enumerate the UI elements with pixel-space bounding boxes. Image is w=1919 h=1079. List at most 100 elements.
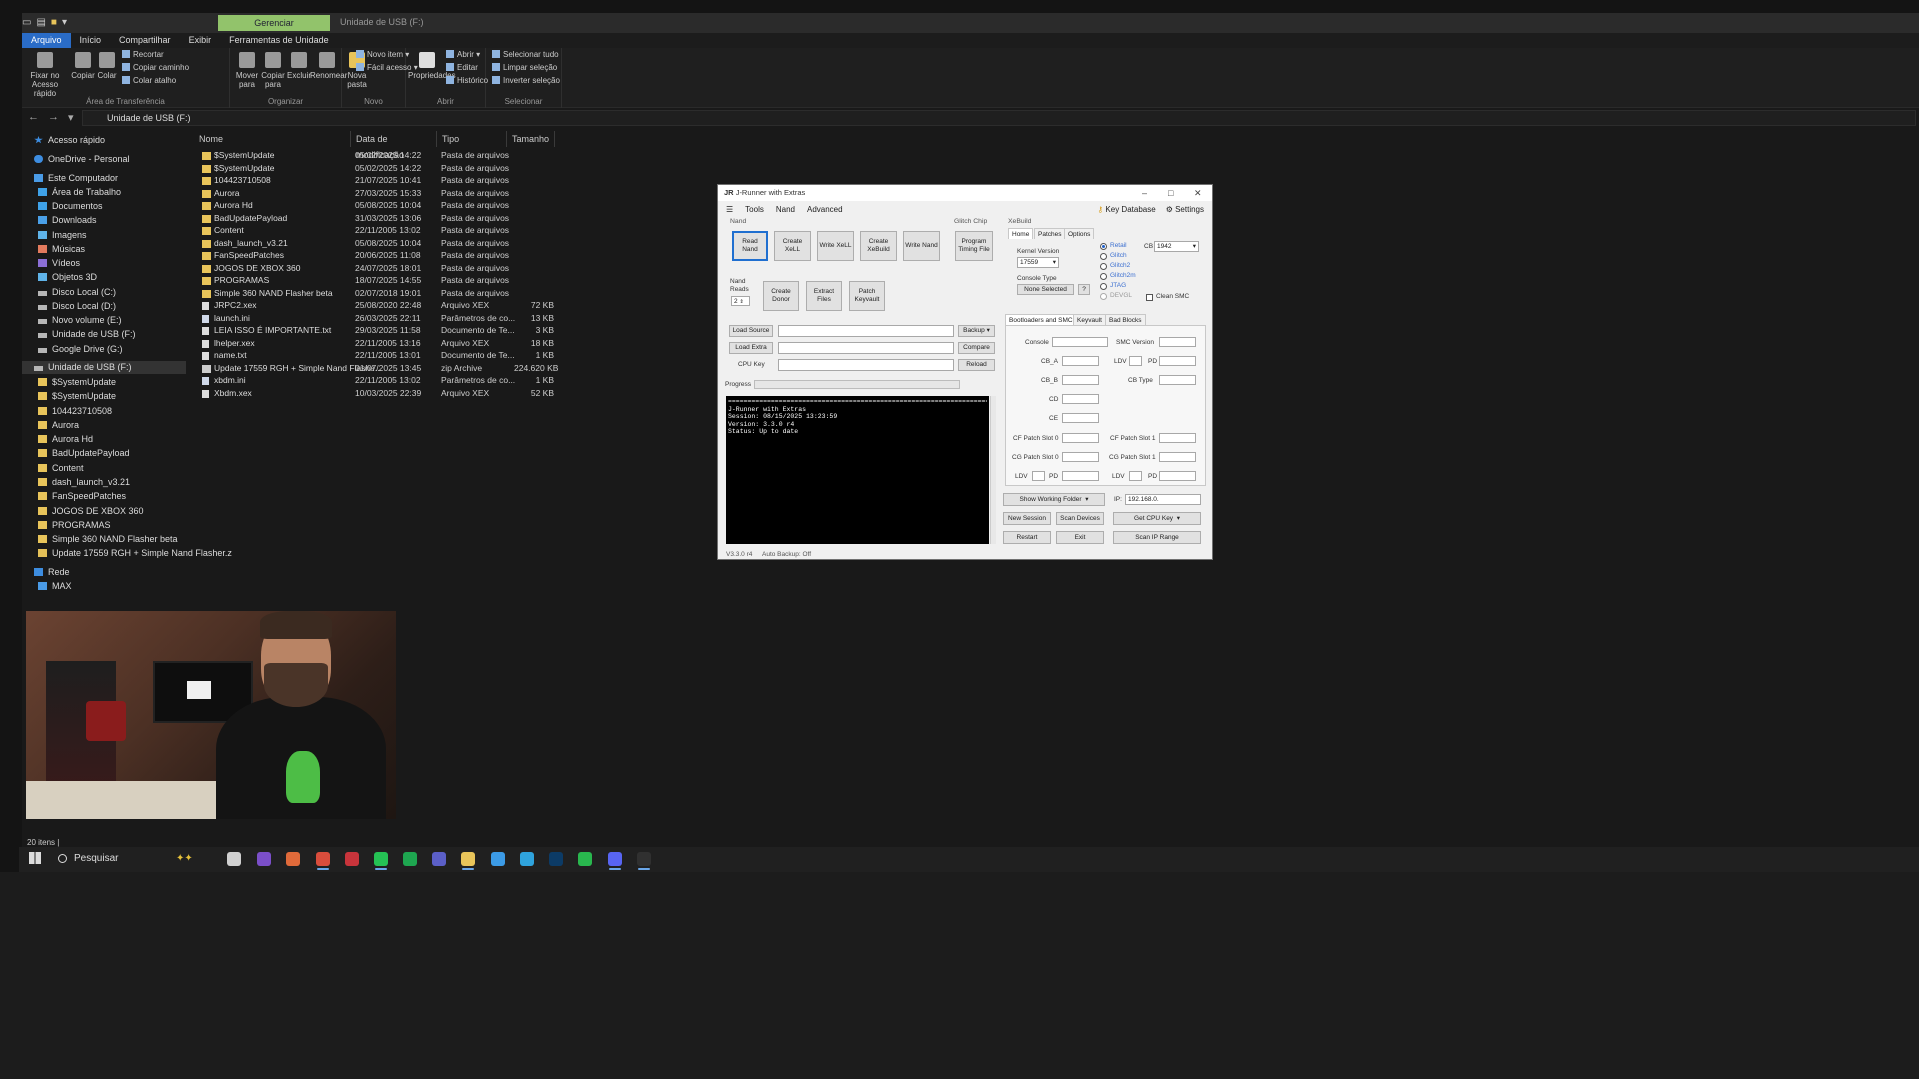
key-database-button[interactable]: ⚷ Key Database <box>1097 202 1155 217</box>
nav-item[interactable]: MAX <box>38 580 72 593</box>
backup-dropdown[interactable]: Backup ▾ <box>958 325 995 337</box>
reload-button[interactable]: Reload <box>958 359 995 371</box>
clean-smc-checkbox[interactable] <box>1146 294 1153 301</box>
file-row[interactable]: Xbdm.xex 10/03/2025 22:39 Arquivo XEX 52 KB <box>194 388 594 401</box>
scan-ip-range-button[interactable]: Scan IP Range <box>1113 531 1201 544</box>
nav-item[interactable]: $SystemUpdate <box>38 390 116 403</box>
create-xell-button[interactable]: Create XeLL <box>774 231 811 261</box>
nav-item[interactable]: dash_launch_v3.21 <box>38 476 130 489</box>
read-nand-button[interactable]: Read Nand <box>732 231 768 261</box>
paste-shortcut-button[interactable]: Colar atalho <box>122 76 176 85</box>
folder-icon[interactable]: ■ <box>51 17 57 28</box>
column-name[interactable]: Nome <box>194 131 351 147</box>
cb-b-field[interactable] <box>1062 375 1099 385</box>
column-size[interactable]: Tamanho <box>507 131 555 147</box>
cb-select[interactable]: 1942 ▾ <box>1154 241 1199 252</box>
nav-item[interactable]: 104423710508 <box>38 405 112 418</box>
nand-reads-spinner[interactable]: 2 ⇕ <box>731 296 750 306</box>
drive-icon[interactable]: ▭ <box>22 17 31 28</box>
file-row[interactable]: Update 17559 RGH + Simple Nand Flashe...… <box>194 363 594 376</box>
file-row[interactable]: FanSpeedPatches 20/06/2025 11:08 Pasta de … <box>194 250 594 263</box>
settings-button[interactable]: ⚙ Settings <box>1166 202 1204 217</box>
purple-app-icon[interactable] <box>257 852 271 866</box>
properties-button[interactable]: Propriedades <box>408 52 456 80</box>
file-row[interactable]: lhelper.xex 22/11/2005 13:16 Arquivo XEX 18… <box>194 338 594 351</box>
tool-icon[interactable] <box>345 852 359 866</box>
tab-arquivo[interactable]: Arquivo <box>22 33 71 48</box>
tab-ferramentas[interactable]: Ferramentas de Unidade <box>220 33 338 48</box>
nav-item[interactable]: Músicas <box>38 243 85 256</box>
radio-jtag[interactable] <box>1100 283 1107 290</box>
cut-button[interactable]: Recortar <box>122 50 164 59</box>
console-scrollbar[interactable] <box>990 396 996 544</box>
context-tab-manage[interactable]: Gerenciar <box>218 15 330 31</box>
file-row[interactable]: Aurora 27/03/2025 15:33 Pasta de arquivos <box>194 188 594 201</box>
tab-bootloaders[interactable]: Bootloaders and SMC <box>1005 314 1077 325</box>
file-row[interactable]: $SystemUpdate 05/02/2025 14:22 Pasta de ar… <box>194 163 594 176</box>
ldv-field[interactable] <box>1032 471 1045 481</box>
close-icon[interactable]: ✕ <box>1194 185 1202 201</box>
file-row[interactable]: BadUpdatePayload 31/03/2025 13:06 Pasta de… <box>194 213 594 226</box>
write-nand-button[interactable]: Write Nand <box>903 231 940 261</box>
radio-glitch2[interactable] <box>1100 263 1107 270</box>
cb-a-field[interactable] <box>1062 356 1099 366</box>
address-path[interactable]: Unidade de USB (F:) <box>82 110 1916 126</box>
tab-patches[interactable]: Patches <box>1034 228 1066 239</box>
console-field[interactable] <box>1052 337 1108 347</box>
nav-item[interactable]: FanSpeedPatches <box>38 490 126 503</box>
maximize-icon[interactable]: □ <box>1168 185 1173 201</box>
kernel-version-select[interactable]: 17559 ▾ <box>1017 257 1059 268</box>
compare-button[interactable]: Compare <box>958 342 995 354</box>
new-item-button[interactable]: Novo item ▾ <box>356 50 409 59</box>
help-button[interactable]: ? <box>1078 284 1090 295</box>
ip-input[interactable]: 192.168.0. <box>1125 494 1201 505</box>
nav-item[interactable]: Rede <box>34 566 70 579</box>
nav-item[interactable]: Aurora <box>38 419 79 432</box>
pd-field[interactable] <box>1159 471 1196 481</box>
edit-button[interactable]: Editar <box>446 63 478 72</box>
radio-glitch2m[interactable] <box>1100 273 1107 280</box>
nav-item[interactable]: Imagens <box>38 229 87 242</box>
nav-item[interactable]: Simple 360 NAND Flasher beta <box>38 533 178 546</box>
spinner-arrows-icon[interactable]: ⇕ <box>739 299 743 305</box>
radio-devgl[interactable] <box>1100 293 1107 300</box>
nav-item[interactable]: JOGOS DE XBOX 360 <box>38 505 144 518</box>
tab-inicio[interactable]: Início <box>71 33 111 48</box>
file-row[interactable]: Content 22/11/2005 13:02 Pasta de arquivos <box>194 225 594 238</box>
pd-field[interactable] <box>1062 471 1099 481</box>
jrunner-icon[interactable] <box>637 852 651 866</box>
smc-version-field[interactable] <box>1159 337 1196 347</box>
invert-selection-button[interactable]: Inverter seleção <box>492 76 560 85</box>
ldv-field[interactable] <box>1129 471 1142 481</box>
minimize-icon[interactable]: – <box>1142 185 1147 201</box>
chrome-icon[interactable] <box>316 852 330 866</box>
tab-exibir[interactable]: Exibir <box>180 33 221 48</box>
file-row[interactable]: dash_launch_v3.21 05/08/2025 10:04 Pasta d… <box>194 238 594 251</box>
nav-item[interactable]: Acesso rápido <box>34 134 105 147</box>
taskbar-search[interactable]: Pesquisar ✦✦ <box>54 850 214 868</box>
pin-button[interactable]: Fixar no Acesso rápido <box>26 52 64 98</box>
nav-item[interactable]: Google Drive (G:) <box>38 343 123 356</box>
scan-devices-button[interactable]: Scan Devices <box>1056 512 1104 525</box>
nav-item[interactable]: Novo volume (E:) <box>38 314 122 327</box>
console-type-button[interactable]: None Selected <box>1017 284 1074 295</box>
ce-field[interactable] <box>1062 413 1099 423</box>
nav-item[interactable]: Objetos 3D <box>38 271 97 284</box>
tab-options[interactable]: Options <box>1064 228 1095 239</box>
nav-item[interactable]: OneDrive - Personal <box>34 153 130 166</box>
restart-button[interactable]: Restart <box>1003 531 1051 544</box>
rename-button[interactable]: Renomear <box>310 52 347 80</box>
radio-glitch[interactable] <box>1100 253 1107 260</box>
properties-icon[interactable]: ▤ <box>36 17 45 28</box>
program-timing-button[interactable]: Program Timing File <box>955 231 993 261</box>
file-row[interactable]: name.txt 22/11/2005 13:01 Documento de Te.… <box>194 350 594 363</box>
file-row[interactable]: JOGOS DE XBOX 360 24/07/2025 18:01 Pasta d… <box>194 263 594 276</box>
history-button[interactable]: Histórico <box>446 76 488 85</box>
write-xell-button[interactable]: Write XeLL <box>817 231 854 261</box>
nav-item[interactable]: Disco Local (D:) <box>38 300 116 313</box>
clear-selection-button[interactable]: Limpar seleção <box>492 63 557 72</box>
file-row[interactable]: Aurora Hd 05/08/2025 10:04 Pasta de arquiv… <box>194 200 594 213</box>
file-row[interactable]: Simple 360 NAND Flasher beta 02/07/2018 1… <box>194 288 594 301</box>
file-row[interactable]: $SystemUpdate 05/02/2025 14:22 Pasta de ar… <box>194 150 594 163</box>
extra-path-input[interactable] <box>778 342 954 354</box>
